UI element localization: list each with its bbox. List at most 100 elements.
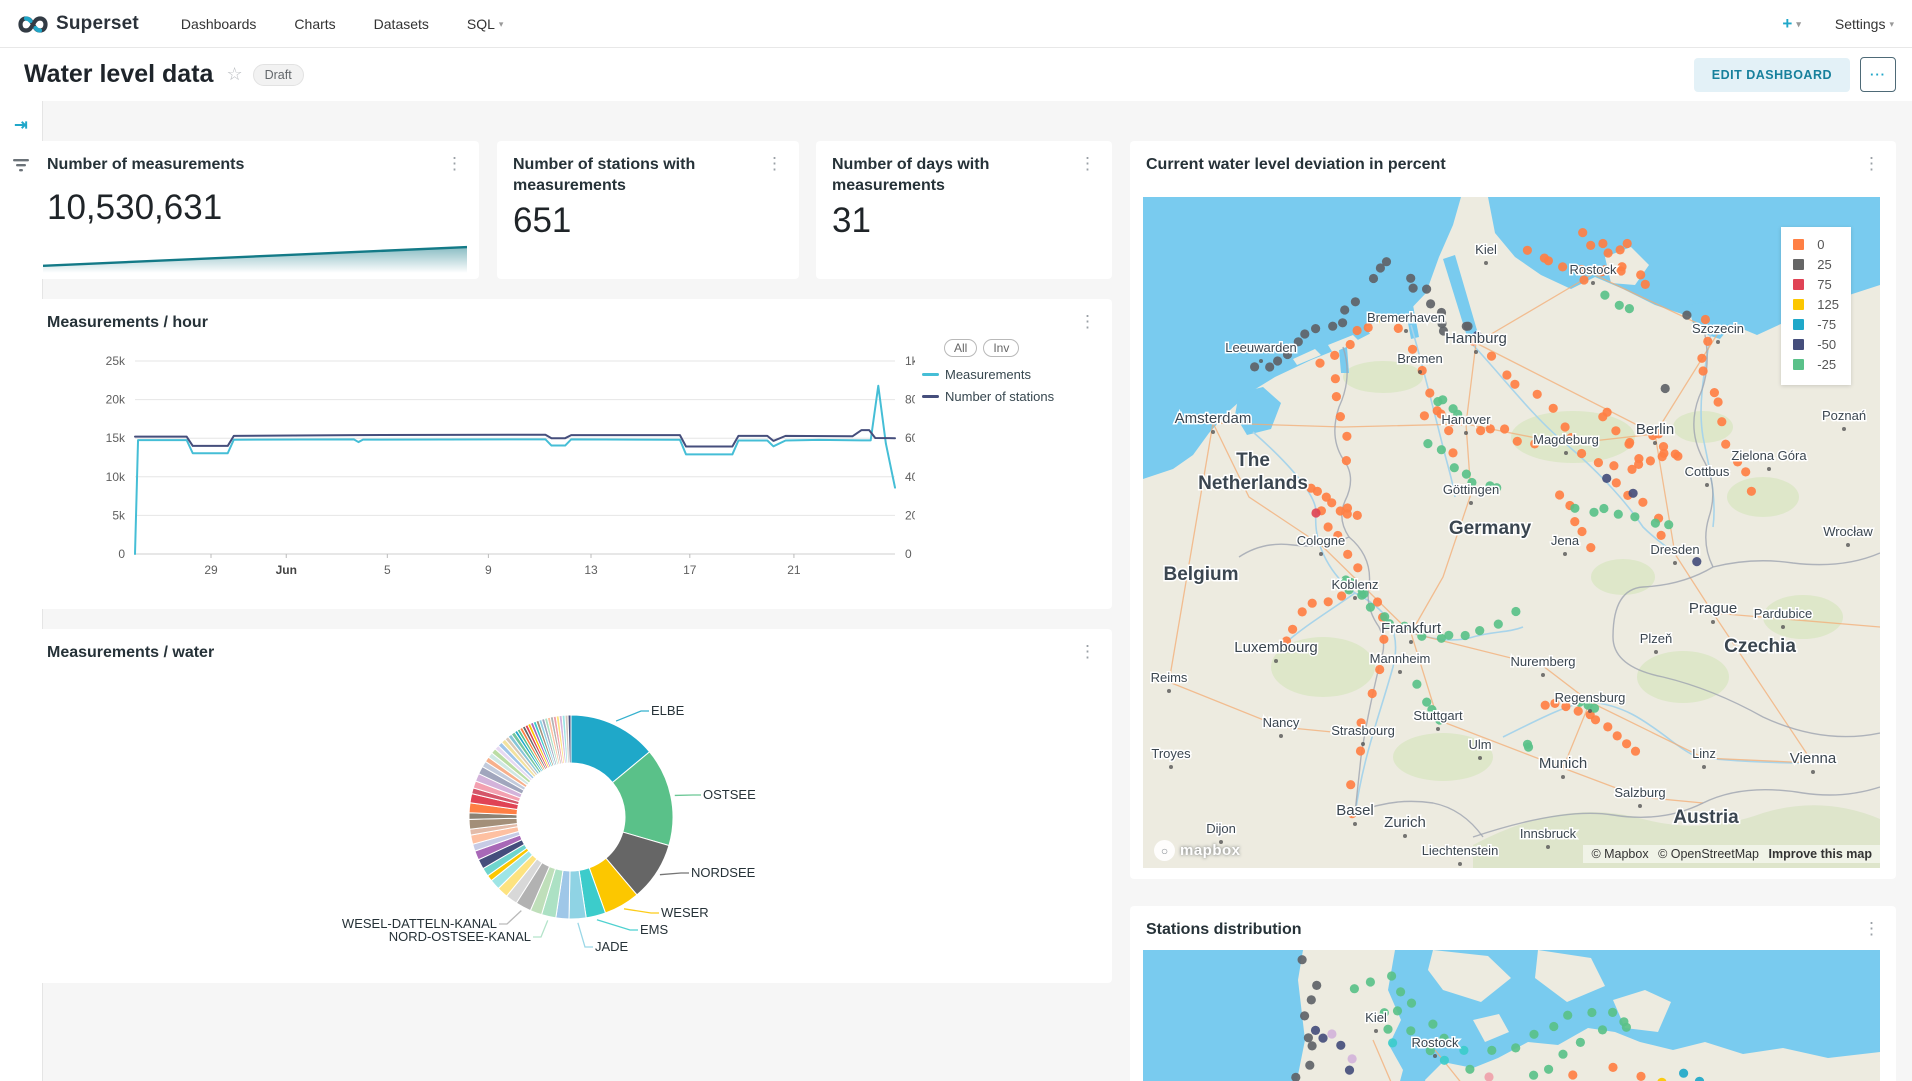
station-dot[interactable]	[1661, 384, 1670, 393]
station-dot[interactable]	[1311, 324, 1320, 333]
kebab-menu-icon[interactable]: ⋮	[1859, 155, 1884, 172]
station-dot[interactable]	[1587, 1008, 1596, 1017]
station-dot[interactable]	[1523, 246, 1532, 255]
station-dot[interactable]	[1570, 504, 1579, 513]
kebab-menu-icon[interactable]: ⋮	[1859, 920, 1884, 937]
station-dot[interactable]	[1393, 1006, 1402, 1015]
station-dot[interactable]	[1589, 508, 1598, 517]
station-dot[interactable]	[1664, 520, 1673, 529]
station-dot[interactable]	[1300, 1011, 1309, 1020]
station-dot[interactable]	[1475, 626, 1484, 635]
station-dot[interactable]	[1342, 432, 1351, 441]
map-legend-item[interactable]: 0	[1793, 237, 1839, 252]
station-dot[interactable]	[1250, 362, 1259, 371]
station-dot[interactable]	[1311, 1026, 1320, 1035]
station-dot[interactable]	[1594, 458, 1603, 467]
station-dot[interactable]	[1348, 1054, 1357, 1063]
legend-item-number-of-stations[interactable]: Number of stations	[922, 389, 1102, 404]
station-dot[interactable]	[1629, 489, 1638, 498]
station-dot[interactable]	[1356, 746, 1365, 755]
station-dot[interactable]	[1318, 1034, 1327, 1043]
station-dot[interactable]	[1422, 285, 1431, 294]
kebab-menu-icon[interactable]: ⋮	[1075, 313, 1100, 330]
station-dot[interactable]	[1327, 498, 1336, 507]
station-dot[interactable]	[1462, 470, 1471, 479]
station-dot[interactable]	[1641, 280, 1650, 289]
station-dot[interactable]	[1721, 440, 1730, 449]
station-dot[interactable]	[1382, 257, 1391, 266]
station-dot[interactable]	[1591, 715, 1600, 724]
station-dot[interactable]	[1265, 362, 1274, 371]
station-dot[interactable]	[1523, 740, 1532, 749]
station-dot[interactable]	[1616, 245, 1625, 254]
station-dot[interactable]	[1598, 1025, 1607, 1034]
station-dot[interactable]	[1409, 284, 1418, 293]
station-dot[interactable]	[1338, 318, 1347, 327]
station-dot[interactable]	[1615, 301, 1624, 310]
deviation-map[interactable]: LeeuwardenAmsterdamTheNetherlandsBelgium…	[1143, 197, 1880, 868]
station-dot[interactable]	[1577, 449, 1586, 458]
station-dot[interactable]	[1636, 270, 1645, 279]
station-dot[interactable]	[1651, 519, 1660, 528]
station-dot[interactable]	[1625, 304, 1634, 313]
station-dot[interactable]	[1336, 1041, 1345, 1050]
station-dot[interactable]	[1487, 1046, 1496, 1055]
station-dot[interactable]	[1622, 739, 1631, 748]
station-dot[interactable]	[1369, 274, 1378, 283]
station-dot[interactable]	[1342, 456, 1351, 465]
station-dot[interactable]	[1368, 689, 1377, 698]
legend-invert-button[interactable]: Inv	[983, 339, 1019, 357]
station-dot[interactable]	[1315, 359, 1324, 368]
station-dot[interactable]	[1563, 1011, 1572, 1020]
station-dot[interactable]	[1366, 603, 1375, 612]
station-dot[interactable]	[1586, 543, 1595, 552]
station-dot[interactable]	[1578, 228, 1587, 237]
station-dot[interactable]	[1346, 780, 1355, 789]
station-dot[interactable]	[1440, 1056, 1449, 1065]
station-dot[interactable]	[1388, 1038, 1397, 1047]
station-dot[interactable]	[1630, 512, 1639, 521]
station-dot[interactable]	[1311, 508, 1320, 517]
station-dot[interactable]	[1679, 1069, 1688, 1078]
station-dot[interactable]	[1513, 437, 1522, 446]
station-dot[interactable]	[1444, 631, 1453, 640]
station-dot[interactable]	[1313, 487, 1322, 496]
station-dot[interactable]	[1602, 474, 1611, 483]
station-dot[interactable]	[1603, 722, 1612, 731]
station-dot[interactable]	[1510, 380, 1519, 389]
stations-map[interactable]: KielRostock	[1143, 950, 1880, 1081]
station-dot[interactable]	[1697, 354, 1706, 363]
kebab-menu-icon[interactable]: ⋮	[1075, 155, 1100, 172]
station-dot[interactable]	[1300, 329, 1309, 338]
favorite-star-icon[interactable]: ☆	[226, 64, 242, 85]
station-dot[interactable]	[1608, 1008, 1617, 1017]
station-dot[interactable]	[1710, 388, 1719, 397]
nav-item-charts[interactable]: Charts	[294, 16, 335, 32]
new-item-button[interactable]: +▾	[1782, 14, 1800, 34]
settings-menu[interactable]: Settings▾	[1835, 16, 1894, 32]
station-dot[interactable]	[1600, 291, 1609, 300]
station-dot[interactable]	[1332, 392, 1341, 401]
station-dot[interactable]	[1646, 456, 1655, 465]
station-dot[interactable]	[1549, 404, 1558, 413]
kebab-menu-icon[interactable]: ⋮	[1075, 643, 1100, 660]
station-dot[interactable]	[1703, 337, 1712, 346]
station-dot[interactable]	[1541, 701, 1550, 710]
station-dot[interactable]	[1612, 478, 1621, 487]
station-dot[interactable]	[1422, 698, 1431, 707]
station-dot[interactable]	[1570, 517, 1579, 526]
edit-dashboard-button[interactable]: EDIT DASHBOARD	[1694, 58, 1850, 92]
station-dot[interactable]	[1617, 266, 1626, 275]
station-dot[interactable]	[1692, 557, 1701, 566]
station-dot[interactable]	[1608, 1063, 1617, 1072]
map-legend-item[interactable]: -25	[1793, 357, 1839, 372]
station-dot[interactable]	[1305, 1061, 1314, 1070]
station-dot[interactable]	[1353, 563, 1362, 572]
station-dot[interactable]	[1657, 531, 1666, 540]
station-dot[interactable]	[1394, 324, 1403, 333]
map-legend-item[interactable]: -75	[1793, 317, 1839, 332]
station-dot[interactable]	[1324, 522, 1333, 531]
station-dot[interactable]	[1494, 620, 1503, 629]
station-dot[interactable]	[1465, 1065, 1474, 1074]
station-dot[interactable]	[1331, 374, 1340, 383]
